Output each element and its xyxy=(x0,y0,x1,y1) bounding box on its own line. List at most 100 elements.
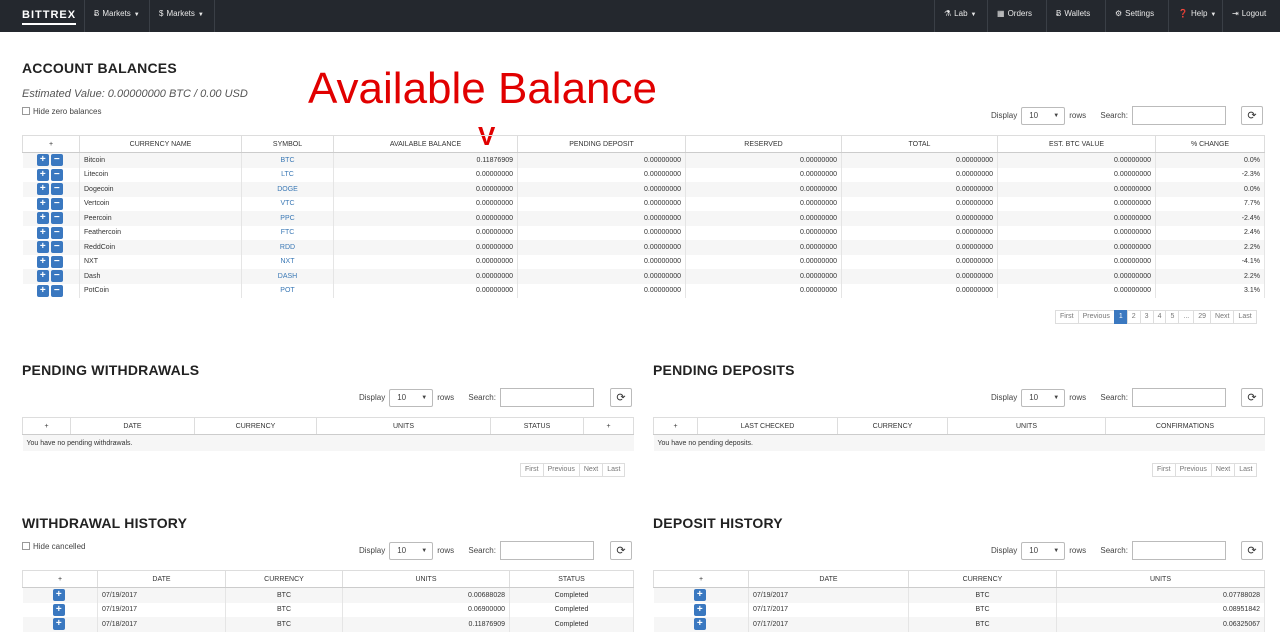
column-header[interactable]: AVAILABLE BALANCE xyxy=(333,135,518,153)
page-link[interactable]: First xyxy=(1055,310,1079,324)
cell-symbol[interactable]: DOGE xyxy=(241,182,334,197)
withdraw-minus-button[interactable]: − xyxy=(50,183,63,196)
nav-settings[interactable]: ⚙ Settings xyxy=(1105,0,1163,32)
column-header[interactable]: CONFIRMATIONS xyxy=(1105,417,1265,435)
checkbox-icon[interactable] xyxy=(22,542,30,550)
page-link[interactable]: Next xyxy=(1210,463,1236,477)
column-header[interactable]: UNITS xyxy=(1056,570,1265,588)
page-link[interactable]: Previous xyxy=(542,463,580,477)
column-header[interactable]: TOTAL xyxy=(841,135,998,153)
column-header[interactable]: + xyxy=(653,570,749,588)
column-header[interactable]: + xyxy=(22,417,71,435)
column-header[interactable]: + xyxy=(22,570,98,588)
column-header[interactable]: STATUS xyxy=(509,570,634,588)
rows-select[interactable]: 10 ▼ xyxy=(389,541,434,560)
withdraw-minus-button[interactable]: − xyxy=(50,212,63,225)
expand-row-button[interactable]: + xyxy=(693,589,706,602)
column-header[interactable]: DATE xyxy=(748,570,909,588)
page-link[interactable]: 3 xyxy=(1139,310,1154,324)
nav-logout[interactable]: ⇥ Logout xyxy=(1222,0,1275,32)
column-header[interactable]: SYMBOL xyxy=(241,135,334,153)
nav-markets-btc[interactable]: Ƀ Markets ▼ xyxy=(84,0,149,32)
cell-symbol[interactable]: BTC xyxy=(241,152,334,168)
deposit-plus-button[interactable]: + xyxy=(36,241,49,254)
hide-cancelled-checkbox[interactable]: Hide cancelled xyxy=(22,542,85,551)
page-link[interactable]: Previous xyxy=(1174,463,1212,477)
cell-symbol[interactable]: RDD xyxy=(241,240,334,255)
deposit-plus-button[interactable]: + xyxy=(36,183,49,196)
deposit-plus-button[interactable]: + xyxy=(36,212,49,225)
cell-symbol[interactable]: POT xyxy=(241,283,334,298)
hide-zero-balances-checkbox[interactable]: Hide zero balances xyxy=(22,107,101,116)
search-input[interactable] xyxy=(1131,106,1226,126)
withdraw-minus-button[interactable]: − xyxy=(50,168,63,181)
deposit-plus-button[interactable]: + xyxy=(36,284,49,297)
cell-symbol[interactable]: VTC xyxy=(241,196,334,211)
dh-refresh-button[interactable]: ⟳ xyxy=(1241,541,1263,560)
column-header[interactable]: LAST CHECKED xyxy=(697,417,838,435)
checkbox-icon[interactable] xyxy=(22,107,30,115)
withdraw-minus-button[interactable]: − xyxy=(50,197,63,210)
column-header[interactable]: UNITS xyxy=(947,417,1106,435)
page-link[interactable]: ... xyxy=(1178,310,1195,324)
column-header[interactable]: % CHANGE xyxy=(1155,135,1265,153)
deposit-plus-button[interactable]: + xyxy=(36,226,49,239)
rows-select[interactable]: 10 ▼ xyxy=(1021,106,1066,125)
expand-row-button[interactable]: + xyxy=(52,603,65,616)
page-link[interactable]: Previous xyxy=(1077,310,1115,324)
deposit-plus-button[interactable]: + xyxy=(36,154,49,167)
cell-symbol[interactable]: FTC xyxy=(241,225,334,240)
page-link[interactable]: Last xyxy=(1234,463,1258,477)
nav-help[interactable]: ❓ Help ▼ xyxy=(1168,0,1225,32)
withdraw-minus-button[interactable]: − xyxy=(50,154,63,167)
column-header[interactable]: STATUS xyxy=(490,417,584,435)
cell-symbol[interactable]: NXT xyxy=(241,254,334,269)
page-link[interactable]: Next xyxy=(1210,310,1235,324)
page-link[interactable]: First xyxy=(520,463,544,477)
nav-orders[interactable]: ▦ Orders xyxy=(987,0,1041,32)
page-link[interactable]: 5 xyxy=(1165,310,1180,324)
column-header[interactable]: + xyxy=(583,417,634,435)
page-link[interactable]: 29 xyxy=(1193,310,1212,324)
page-link[interactable]: 1 xyxy=(1113,310,1128,324)
column-header[interactable]: UNITS xyxy=(342,570,510,588)
page-link[interactable]: First xyxy=(1152,463,1176,477)
column-header[interactable]: DATE xyxy=(97,570,226,588)
rows-select[interactable]: 10 ▼ xyxy=(389,388,434,407)
column-header[interactable]: UNITS xyxy=(316,417,491,435)
nav-lab[interactable]: ⚗ Lab ▼ xyxy=(934,0,985,32)
search-input[interactable] xyxy=(1131,388,1226,408)
page-link[interactable]: 2 xyxy=(1126,310,1141,324)
search-input[interactable] xyxy=(499,388,594,408)
column-header[interactable]: CURRENCY NAME xyxy=(79,135,242,153)
nav-markets-usd[interactable]: $ Markets ▼ xyxy=(149,0,213,32)
pw-refresh-button[interactable]: ⟳ xyxy=(610,388,632,407)
deposit-plus-button[interactable]: + xyxy=(36,270,49,283)
withdraw-minus-button[interactable]: − xyxy=(50,270,63,283)
column-header[interactable]: + xyxy=(653,417,698,435)
rows-select[interactable]: 10 ▼ xyxy=(1021,388,1066,407)
deposit-plus-button[interactable]: + xyxy=(36,255,49,268)
page-link[interactable]: 4 xyxy=(1152,310,1167,324)
column-header[interactable]: CURRENCY xyxy=(908,570,1057,588)
expand-row-button[interactable]: + xyxy=(693,603,706,616)
bittrex-logo[interactable]: BITTREX xyxy=(22,9,77,25)
column-header[interactable]: CURRENCY xyxy=(225,570,343,588)
page-link[interactable]: Last xyxy=(1233,310,1257,324)
search-input[interactable] xyxy=(499,541,594,561)
withdraw-minus-button[interactable]: − xyxy=(50,255,63,268)
page-link[interactable]: Next xyxy=(578,463,604,477)
page-link[interactable]: Last xyxy=(602,463,626,477)
pd-refresh-button[interactable]: ⟳ xyxy=(1241,388,1263,407)
expand-row-button[interactable]: + xyxy=(693,618,706,631)
column-header[interactable]: CURRENCY xyxy=(837,417,948,435)
wh-refresh-button[interactable]: ⟳ xyxy=(610,541,632,560)
balances-refresh-button[interactable]: ⟳ xyxy=(1241,106,1263,125)
column-header[interactable]: DATE xyxy=(70,417,195,435)
withdraw-minus-button[interactable]: − xyxy=(50,241,63,254)
rows-select[interactable]: 10 ▼ xyxy=(1021,541,1066,560)
expand-row-button[interactable]: + xyxy=(52,618,65,631)
column-header[interactable]: CURRENCY xyxy=(194,417,317,435)
deposit-plus-button[interactable]: + xyxy=(36,168,49,181)
column-header[interactable]: RESERVED xyxy=(685,135,842,153)
